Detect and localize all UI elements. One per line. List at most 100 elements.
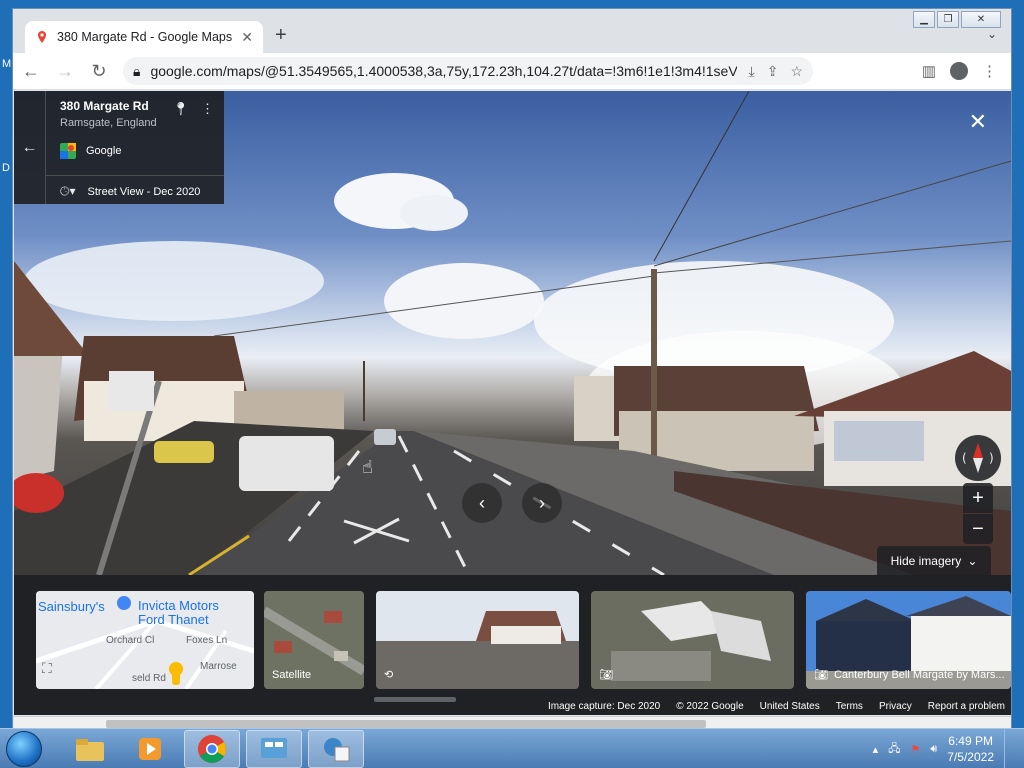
close-tab-icon[interactable]: ✕ [241, 29, 253, 46]
google-maps-icon [38, 31, 46, 43]
tab-search-chevron-icon[interactable]: ⌄ [987, 27, 997, 41]
map-label-invicta: Invicta Motors Ford Thanet [138, 598, 219, 627]
address-bar[interactable]: 🔒︎ google.com/maps/@51.3549565,1.4000538… [123, 57, 813, 85]
street-view-panorama[interactable]: ← 380 Margate Rd Ramsgate, England 📍︎ ⋮ … [14, 91, 1011, 575]
browser-window: 380 Margate Rd - Google Maps ✕ + ⌄ ▁ ❐ ✕… [12, 8, 1012, 730]
satellite-thumbnail[interactable]: Satellite [264, 591, 364, 689]
taskbar: ▴ 🖧︎ ⚑ 🔊︎ 6:49 PM 7/5/2022 [0, 728, 1024, 768]
map-label-marrose: Marrose [200, 661, 237, 672]
street-view-date-selector[interactable]: 🕓︎▾ Street View - Dec 2020 [46, 175, 224, 199]
street-view-thumbnail[interactable]: ⟲ [376, 591, 579, 689]
hide-imagery-button[interactable]: Hide imagery ⌄ [877, 546, 991, 575]
network-icon[interactable]: 🖧︎ [888, 740, 900, 759]
report-problem-link[interactable]: Report a problem [928, 701, 1005, 715]
show-desktop-button[interactable] [1004, 729, 1014, 768]
tab-strip: 380 Margate Rd - Google Maps ✕ + ⌄ ▁ ❐ ✕ [13, 9, 1011, 53]
install-icon[interactable]: ⤓ [749, 63, 755, 80]
camera-icon: 📷︎ [814, 669, 828, 681]
back-arrow-icon[interactable]: ← [14, 91, 46, 204]
imagery-filmstrip: ⛶ Sainsbury's Invicta Motors Ford Thanet… [14, 575, 1011, 715]
lock-icon: 🔒︎ [133, 62, 141, 79]
system-tray: ▴ 🖧︎ ⚑ 🔊︎ 6:49 PM 7/5/2022 [873, 729, 1014, 768]
clock[interactable]: 6:49 PM 7/5/2022 [947, 733, 994, 765]
street-view-date: Street View - Dec 2020 [87, 185, 201, 198]
map-label-seld: seld Rd [132, 673, 166, 684]
location-pin-icon[interactable]: 📍︎ [172, 101, 189, 117]
clock-date: 7/5/2022 [947, 750, 994, 764]
country-link[interactable]: United States [760, 701, 820, 715]
clock-time: 6:49 PM [948, 734, 993, 748]
start-button[interactable] [6, 731, 42, 767]
compass-icon[interactable]: ( ) [955, 435, 1001, 481]
minimize-button[interactable]: ▁ [913, 11, 935, 28]
filmstrip-scrollbar[interactable] [374, 697, 456, 702]
control-panel-taskbar-icon[interactable] [246, 730, 302, 768]
svg-text:(: ( [962, 451, 967, 465]
menu-kebab-icon[interactable]: ⋮ [982, 62, 997, 80]
history-clock-icon: 🕓︎▾ [60, 184, 76, 198]
window-close-button[interactable]: ✕ [961, 11, 1001, 28]
share-icon[interactable]: ⇪ [767, 63, 779, 80]
globe-checklist-icon [324, 738, 350, 762]
desktop-fragment: M [2, 58, 12, 70]
aerial-photo-thumbnail[interactable]: 📷︎ [591, 591, 794, 689]
action-center-flag-icon[interactable]: ⚑ [910, 743, 920, 756]
map-label-foxes: Foxes Ln [186, 635, 228, 646]
image-capture-text: Image capture: Dec 2020 [547, 701, 661, 712]
attribution-bar: Image capture: Dec 2020 © 2022 Google Un… [541, 701, 1011, 715]
media-player-taskbar-icon[interactable] [122, 730, 178, 768]
aerial-photo-image [591, 591, 794, 689]
copyright-text: © 2022 Google [676, 701, 744, 712]
maximize-button[interactable]: ❐ [937, 11, 959, 28]
side-panel-icon[interactable]: ▥ [922, 62, 936, 80]
camera-icon: 📷︎ [599, 669, 613, 681]
tray-expand-icon[interactable]: ▴ [873, 743, 879, 756]
nav-left-arrow-icon[interactable]: ‹ [462, 483, 502, 523]
address-info-card: ← 380 Margate Rd Ramsgate, England 📍︎ ⋮ … [14, 91, 224, 204]
photo-label: Canterbury Bell Margate by Mars... [833, 668, 1005, 681]
street-view-thumb-image [376, 591, 579, 689]
url-text: google.com/maps/@51.3549565,1.4000538,3a… [150, 63, 737, 79]
compass-needle-icon: ( ) [962, 443, 994, 473]
provider-label: Google [86, 145, 122, 157]
scrollbar-thumb[interactable] [106, 720, 706, 728]
tab-google-maps[interactable]: 380 Margate Rd - Google Maps ✕ [25, 21, 263, 53]
bookmark-star-icon[interactable]: ☆ [790, 63, 803, 80]
svg-text:⛶: ⛶ [42, 661, 52, 677]
folder-icon [76, 739, 104, 761]
desktop-fragment: D [2, 162, 10, 174]
forward-arrow-icon[interactable]: → [49, 56, 81, 86]
file-explorer-taskbar-icon[interactable] [62, 730, 118, 768]
control-panel-icon [261, 738, 287, 758]
hide-imagery-label: Hide imagery [890, 554, 962, 568]
tab-title: 380 Margate Rd - Google Maps [57, 30, 233, 44]
map-thumbnail[interactable]: ⛶ Sainsbury's Invicta Motors Ford Thanet… [36, 591, 254, 689]
new-tab-button[interactable]: + [275, 25, 287, 45]
canterbury-bell-photo-thumbnail[interactable]: 📷︎ Canterbury Bell Margate by Mars... [806, 591, 1011, 689]
map-label-orchard: Orchard Cl [106, 635, 155, 646]
browser-toolbar: ← → ↻ 🔒︎ google.com/maps/@51.3549565,1.4… [13, 53, 1011, 90]
satellite-label: Satellite [272, 669, 312, 681]
network-taskbar-icon[interactable] [308, 730, 364, 768]
reload-icon[interactable]: ↻ [83, 56, 115, 86]
back-arrow-icon[interactable]: ← [15, 56, 47, 86]
svg-text:): ) [989, 451, 994, 465]
zoom-in-button[interactable]: + [963, 483, 993, 513]
nav-right-arrow-icon[interactable]: › [522, 483, 562, 523]
more-options-icon[interactable]: ⋮ [201, 101, 214, 117]
hand-cursor-icon: ☝︎ [362, 457, 373, 477]
zoom-out-button[interactable]: − [963, 514, 993, 544]
close-icon[interactable]: ✕ [969, 109, 987, 135]
map-label-sainsburys: Sainsbury's [38, 599, 105, 614]
360-rotate-icon: ⟲ [384, 669, 394, 681]
profile-avatar-icon[interactable] [950, 62, 968, 80]
volume-icon[interactable]: 🔊︎ [930, 743, 937, 756]
privacy-link[interactable]: Privacy [879, 701, 912, 715]
terms-link[interactable]: Terms [836, 701, 863, 715]
chrome-icon [198, 735, 226, 763]
media-player-icon [139, 738, 161, 760]
google-maps-logo-icon [60, 143, 76, 159]
chrome-taskbar-icon[interactable] [184, 730, 240, 768]
address-subtitle: Ramsgate, England [60, 117, 157, 129]
chevron-double-down-icon: ⌄ [967, 554, 978, 568]
